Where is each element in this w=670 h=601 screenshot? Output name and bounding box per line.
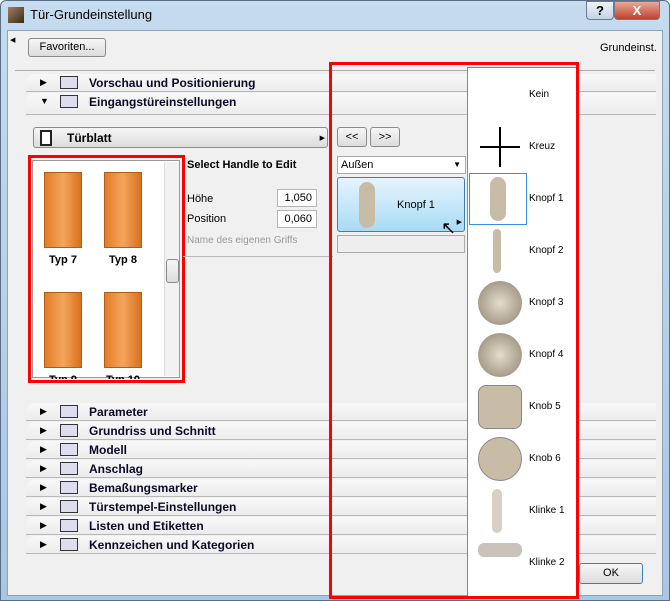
door-type-list[interactable]: Typ 7 Typ 8 Typ 9 Typ 10: [32, 160, 180, 379]
expand-icon[interactable]: ▶: [40, 539, 47, 550]
cross-icon: [478, 125, 522, 169]
lever-icon: [492, 489, 502, 533]
door-thumb[interactable]: [44, 172, 82, 248]
option-kreuz[interactable]: Kreuz: [468, 121, 576, 173]
dimension-marker-icon: [60, 481, 78, 494]
expand-icon[interactable]: ▶: [40, 77, 47, 88]
option-knob-6[interactable]: Knob 6: [468, 433, 576, 485]
option-knob-5[interactable]: Knob 5: [468, 381, 576, 433]
app-icon: [8, 7, 24, 23]
door-thumb[interactable]: [44, 292, 82, 368]
mode-label: Grundeinst.: [600, 42, 657, 54]
panel-selector[interactable]: Türblatt ▶: [33, 127, 328, 148]
door-thumb[interactable]: [104, 292, 142, 368]
favorites-button[interactable]: Favoriten...: [28, 38, 106, 57]
expand-icon[interactable]: ▶: [40, 425, 47, 436]
chevron-down-icon: ▼: [453, 160, 461, 169]
option-klinke-1[interactable]: Klinke 1: [468, 485, 576, 537]
knob-icon: [493, 229, 501, 273]
knob-icon: [478, 437, 522, 481]
parameter-icon: [60, 405, 78, 418]
door-panel-icon: [40, 130, 52, 146]
classification-icon: [60, 538, 78, 551]
knob-icon: [359, 182, 375, 228]
scrollbar-thumb[interactable]: [166, 259, 179, 283]
side-dropdown[interactable]: Außen ▼: [337, 156, 466, 174]
help-button[interactable]: ?: [586, 1, 614, 20]
knob-icon: [478, 385, 522, 429]
settings-list-icon: [60, 500, 78, 513]
option-knopf-4[interactable]: Knopf 4: [468, 329, 576, 381]
prev-button[interactable]: <<: [337, 127, 367, 147]
collapse-left-icon[interactable]: ◀: [10, 36, 15, 44]
custom-name-label: Name des eigenen Griffs: [187, 235, 298, 246]
lever-icon: [478, 543, 522, 557]
option-kein[interactable]: Kein: [468, 69, 576, 121]
option-knopf-2[interactable]: Knopf 2: [468, 225, 576, 277]
height-input[interactable]: 1,050: [277, 189, 317, 207]
reveal-icon: [60, 462, 78, 475]
model-icon: [60, 443, 78, 456]
expand-icon[interactable]: ▶: [40, 406, 47, 417]
knob-icon: [490, 177, 506, 221]
close-button[interactable]: X: [614, 1, 660, 20]
collapse-icon[interactable]: ▼: [40, 96, 49, 106]
cursor-icon: ↖: [441, 218, 457, 238]
chevron-right-icon: ▶: [319, 135, 325, 142]
expand-icon[interactable]: ▶: [40, 482, 47, 493]
next-button[interactable]: >>: [370, 127, 400, 147]
ok-button[interactable]: OK: [579, 563, 643, 584]
preview-icon: [60, 76, 78, 89]
chevron-right-icon: ▶: [456, 219, 462, 226]
expand-icon[interactable]: ▶: [40, 444, 47, 455]
handle-heading: Select Handle to Edit: [187, 159, 297, 171]
option-klinke-2[interactable]: Klinke 2: [468, 537, 576, 589]
list-label-icon: [60, 519, 78, 532]
knob-icon: [478, 333, 522, 377]
divider: [183, 256, 333, 257]
settings-list-icon: [60, 95, 78, 108]
position-label: Position: [187, 213, 227, 225]
scrollbar[interactable]: [164, 162, 179, 376]
knob-icon: [478, 281, 522, 325]
position-input[interactable]: 0,060: [277, 210, 317, 228]
expand-icon[interactable]: ▶: [40, 463, 47, 474]
floorplan-icon: [60, 424, 78, 437]
height-label: Höhe: [187, 193, 214, 205]
window-title: Tür-Grundeinstellung: [30, 7, 153, 22]
expand-icon[interactable]: ▶: [40, 501, 47, 512]
door-thumb[interactable]: [104, 172, 142, 248]
option-knopf-1[interactable]: Knopf 1: [468, 173, 576, 225]
option-knopf-3[interactable]: Knopf 3: [468, 277, 576, 329]
expand-icon[interactable]: ▶: [40, 520, 47, 531]
